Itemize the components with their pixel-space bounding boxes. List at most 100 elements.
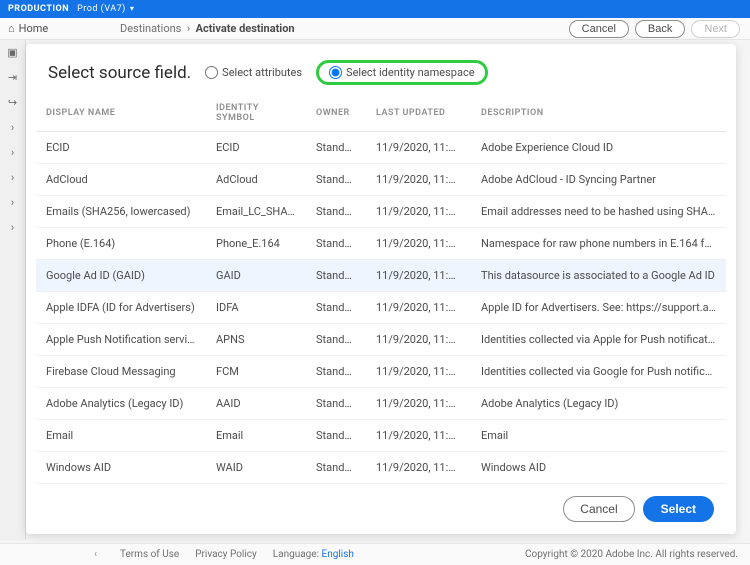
terms-link[interactable]: Terms of Use bbox=[120, 549, 179, 560]
cell-sym: Email_LC_SHA256 bbox=[206, 196, 306, 228]
home-link[interactable]: ⌂ Home bbox=[8, 22, 48, 35]
cell-upd: 11/9/2020, 11:46 AM bbox=[366, 292, 471, 324]
col-owner[interactable]: OWNER bbox=[306, 95, 366, 132]
cell-sym: Email bbox=[206, 420, 306, 452]
namespace-table: DISPLAY NAME IDENTITY SYMBOL OWNER LAST … bbox=[36, 95, 726, 484]
cell-dn: Phone (E.164) bbox=[36, 228, 206, 260]
col-last-updated[interactable]: LAST UPDATED bbox=[366, 95, 471, 132]
cell-desc: Adobe Analytics (Legacy ID) bbox=[471, 388, 726, 420]
cell-sym: AAID bbox=[206, 388, 306, 420]
cell-dn: Firebase Cloud Messaging bbox=[36, 356, 206, 388]
cell-own: Standard bbox=[306, 420, 366, 452]
cell-dn: AdCloud bbox=[36, 164, 206, 196]
cell-own: Standard bbox=[306, 324, 366, 356]
env-label: PRODUCTION bbox=[8, 4, 69, 14]
cell-dn: Apple Push Notification service bbox=[36, 324, 206, 356]
cell-dn: Apple IDFA (ID for Advertisers) bbox=[36, 292, 206, 324]
pager-back-icon[interactable]: ‹ bbox=[94, 549, 97, 560]
home-icon: ⌂ bbox=[8, 22, 15, 35]
table-row[interactable]: Phone (E.164)Phone_E.164Standard11/9/202… bbox=[36, 228, 726, 260]
topbar: PRODUCTION Prod (VA7)▾ bbox=[0, 0, 750, 18]
cell-own: Standard bbox=[306, 164, 366, 196]
cell-upd: 11/9/2020, 11:46 AM bbox=[366, 420, 471, 452]
table-row[interactable]: Firebase Cloud MessagingFCMStandard11/9/… bbox=[36, 356, 726, 388]
cell-own: Standard bbox=[306, 388, 366, 420]
privacy-link[interactable]: Privacy Policy bbox=[195, 549, 257, 560]
cell-dn: Adobe Analytics (Legacy ID) bbox=[36, 388, 206, 420]
cell-dn: Email bbox=[36, 420, 206, 452]
cell-sym: IDFA bbox=[206, 292, 306, 324]
table-row[interactable]: EmailEmailStandard11/9/2020, 11:46 AMEma… bbox=[36, 420, 726, 452]
cell-desc: Email bbox=[471, 420, 726, 452]
table-row[interactable]: Apple IDFA (ID for Advertisers)IDFAStand… bbox=[36, 292, 726, 324]
table-row[interactable]: Google Ad ID (GAID)GAIDStandard11/9/2020… bbox=[36, 260, 726, 292]
radio-select-attributes[interactable]: Select attributes bbox=[205, 66, 302, 79]
cancel-button[interactable]: Cancel bbox=[563, 496, 634, 522]
cell-own: Standard bbox=[306, 452, 366, 484]
wizard-next-button: Next bbox=[691, 20, 740, 38]
cell-dn: Emails (SHA256, lowercased) bbox=[36, 196, 206, 228]
table-row[interactable]: Apple Push Notification serviceAPNSStand… bbox=[36, 324, 726, 356]
language-label: Language: English bbox=[273, 549, 354, 560]
cell-sym: AdCloud bbox=[206, 164, 306, 196]
cell-sym: Phone_E.164 bbox=[206, 228, 306, 260]
cell-desc: Email addresses need to be hashed using … bbox=[471, 196, 726, 228]
col-display-name[interactable]: DISPLAY NAME bbox=[36, 95, 206, 132]
cell-own: Standard bbox=[306, 292, 366, 324]
cell-upd: 11/9/2020, 11:46 AM bbox=[366, 324, 471, 356]
highlight-ring: Select identity namespace bbox=[316, 60, 488, 85]
wizard-back-button[interactable]: Back bbox=[635, 20, 685, 38]
cell-sym: APNS bbox=[206, 324, 306, 356]
select-source-field-modal: Select source field. Select attributes S… bbox=[26, 44, 736, 534]
col-identity-symbol[interactable]: IDENTITY SYMBOL bbox=[206, 95, 306, 132]
table-row[interactable]: Emails (SHA256, lowercased)Email_LC_SHA2… bbox=[36, 196, 726, 228]
col-description[interactable]: DESCRIPTION bbox=[471, 95, 726, 132]
namespace-table-wrap[interactable]: DISPLAY NAME IDENTITY SYMBOL OWNER LAST … bbox=[26, 95, 736, 484]
chevron-down-icon: ▾ bbox=[130, 4, 135, 13]
language-picker[interactable]: English bbox=[322, 549, 354, 560]
cell-own: Standard bbox=[306, 260, 366, 292]
radio-namespace-input[interactable] bbox=[329, 66, 342, 79]
cell-own: Standard bbox=[306, 356, 366, 388]
cell-sym: WAID bbox=[206, 452, 306, 484]
cell-upd: 11/9/2020, 11:46 AM bbox=[366, 260, 471, 292]
cell-dn: Windows AID bbox=[36, 452, 206, 484]
table-row[interactable]: AdCloudAdCloudStandard11/9/2020, 11:46 A… bbox=[36, 164, 726, 196]
cell-sym: GAID bbox=[206, 260, 306, 292]
select-button[interactable]: Select bbox=[643, 496, 714, 522]
org-picker[interactable]: Prod (VA7)▾ bbox=[77, 4, 134, 14]
footer: ‹ Terms of Use Privacy Policy Language: … bbox=[0, 543, 750, 565]
cell-dn: ECID bbox=[36, 132, 206, 164]
cell-desc: This datasource is associated to a Googl… bbox=[471, 260, 726, 292]
cell-dn: Google Ad ID (GAID) bbox=[36, 260, 206, 292]
cell-own: Standard bbox=[306, 132, 366, 164]
radio-attributes-input[interactable] bbox=[205, 66, 218, 79]
cell-own: Standard bbox=[306, 228, 366, 260]
table-row[interactable]: Adobe Analytics (Legacy ID)AAIDStandard1… bbox=[36, 388, 726, 420]
cell-desc: Identities collected via Google for Push… bbox=[471, 356, 726, 388]
breadcrumb: Destinations › Activate destination bbox=[120, 22, 295, 35]
radio-select-identity-namespace[interactable]: Select identity namespace bbox=[329, 66, 475, 79]
wizard-cancel-button[interactable]: Cancel bbox=[569, 20, 629, 38]
cell-upd: 11/9/2020, 11:46 AM bbox=[366, 388, 471, 420]
cell-upd: 11/9/2020, 11:46 AM bbox=[366, 228, 471, 260]
cell-sym: FCM bbox=[206, 356, 306, 388]
table-row[interactable]: Windows AIDWAIDStandard11/9/2020, 11:46 … bbox=[36, 452, 726, 484]
cell-upd: 11/9/2020, 11:46 AM bbox=[366, 356, 471, 388]
cell-upd: 11/9/2020, 11:46 AM bbox=[366, 132, 471, 164]
cell-own: Standard bbox=[306, 196, 366, 228]
cell-desc: Apple ID for Advertisers. See: https://s… bbox=[471, 292, 726, 324]
breadcrumb-current: Activate destination bbox=[196, 22, 295, 35]
table-row[interactable]: ECIDECIDStandard11/9/2020, 11:46 AMAdobe… bbox=[36, 132, 726, 164]
breadcrumb-parent[interactable]: Destinations bbox=[120, 22, 181, 35]
cell-sym: ECID bbox=[206, 132, 306, 164]
cell-upd: 11/9/2020, 11:46 AM bbox=[366, 196, 471, 228]
cell-desc: Namespace for raw phone numbers in E.164… bbox=[471, 228, 726, 260]
cell-upd: 11/9/2020, 11:46 AM bbox=[366, 452, 471, 484]
cell-desc: Adobe AdCloud - ID Syncing Partner bbox=[471, 164, 726, 196]
modal-title: Select source field. bbox=[48, 63, 191, 83]
cell-desc: Windows AID bbox=[471, 452, 726, 484]
cell-desc: Identities collected via Apple for Push … bbox=[471, 324, 726, 356]
cell-desc: Adobe Experience Cloud ID bbox=[471, 132, 726, 164]
copyright: Copyright © 2020 Adobe Inc. All rights r… bbox=[525, 549, 738, 560]
